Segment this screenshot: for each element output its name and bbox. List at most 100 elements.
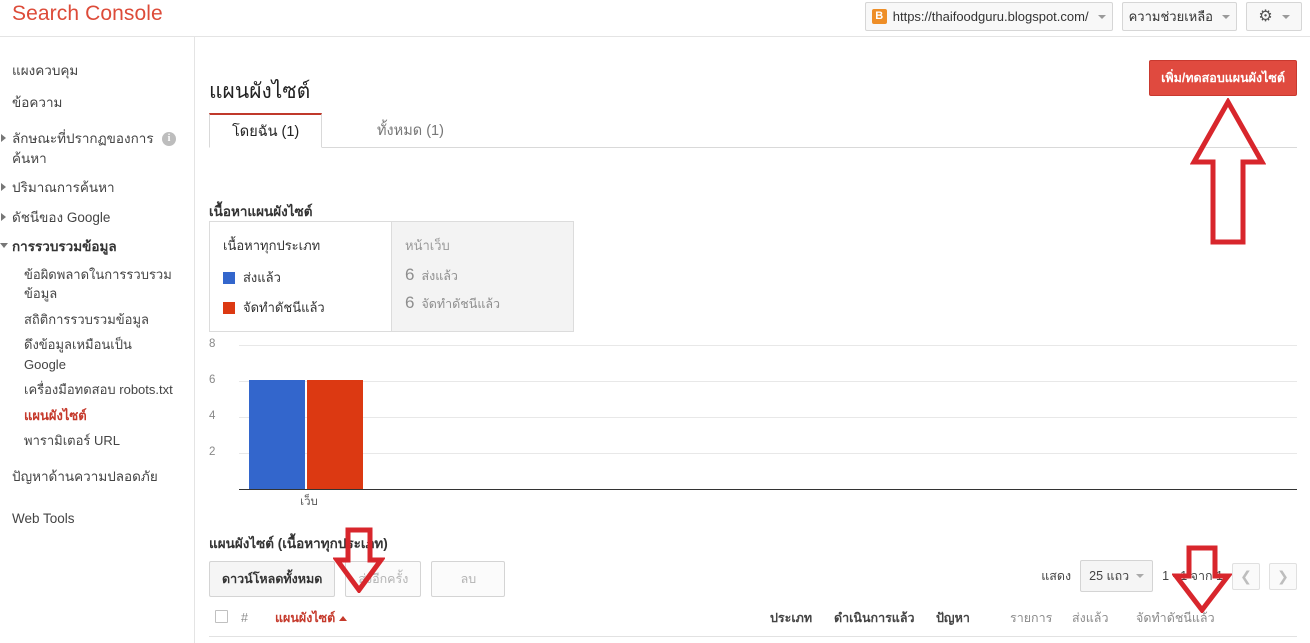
table-pager: แสดง 25 แถว 1 - 1 จาก 1 ❮ ❯ [1041, 560, 1297, 592]
sort-ascending-icon [339, 616, 348, 622]
gridline-8 [239, 345, 1297, 346]
sidebar-item-web-tools[interactable]: Web Tools [0, 506, 194, 531]
column-header-select-all [209, 600, 235, 637]
chevron-down-icon [1136, 574, 1145, 578]
y-tick-6: 6 [209, 374, 216, 386]
tab-bar: โดยฉัน (1) ทั้งหมด (1) [209, 113, 1297, 148]
sidebar-item-fetch-as-google[interactable]: ดึงข้อมูลเหมือนเป็น Google [0, 332, 194, 377]
chevron-down-icon [1097, 14, 1106, 19]
triangle-right-icon [1, 183, 6, 192]
table-header-row: # แผนผังไซต์ ประเภท ดำเนินการแล้ว ปัญหา … [209, 600, 1297, 637]
sidebar-item-messages[interactable]: ข้อความ [0, 86, 194, 118]
app-brand: Search Console [12, 2, 163, 25]
blogger-favicon-icon: B [871, 9, 887, 24]
sidebar-item-label: ปริมาณการค้นหา [12, 180, 115, 196]
main-content: แผนผังไซต์ เพิ่ม/ทดสอบแผนผังไซต์ โดยฉัน … [196, 37, 1310, 643]
stat-submitted: 6 ส่งแล้ว [405, 265, 573, 286]
top-bar-controls: B https://thaifoodguru.blogspot.com/ ควา… [864, 2, 1302, 31]
column-header-processed[interactable]: ดำเนินการแล้ว [828, 600, 930, 637]
sitemaps-table-label: แผนผังไซต์ (เนื้อหาทุกประเภท) [209, 536, 388, 551]
sidebar-item-crawl-errors[interactable]: ข้อผิดพลาดในการรวบรวมข้อมูล [0, 262, 194, 307]
legend-label: ส่งแล้ว [243, 270, 281, 285]
legend-item-indexed: จัดทำดัชนีแล้ว [223, 297, 391, 318]
tab-all[interactable]: ทั้งหมด (1) [355, 113, 466, 148]
rows-per-page-value: 25 แถว [1089, 569, 1130, 583]
sidebar-item-url-parameters[interactable]: พารามิเตอร์ URL [0, 428, 194, 454]
row-indexed: 6 [1130, 636, 1297, 643]
resubmit-button[interactable]: ส่งอีกครั้ง [345, 561, 422, 597]
sidebar-item-label: การรวบรวมข้อมูล [12, 239, 117, 255]
triangle-right-icon [1, 134, 6, 142]
sidebar-item-google-index[interactable]: ดัชนีของ Google [0, 203, 194, 233]
stat-value: 6 [405, 293, 415, 312]
sidebar-item-crawl[interactable]: การรวบรวมข้อมูล [0, 232, 194, 262]
help-label: ความช่วยเหลือ [1128, 9, 1213, 24]
table-row: 1 /sitemap.xml แผนผังไซต์ 8 ธ.ค. 2017 - … [209, 636, 1297, 643]
chevron-down-icon [1222, 14, 1230, 19]
select-all-checkbox[interactable] [215, 610, 228, 623]
sidebar-item-label: ลักษณะที่ปรากฏของการค้นหา [12, 131, 154, 166]
add-test-sitemap-button[interactable]: เพิ่ม/ทดสอบแผนผังไซต์ [1149, 60, 1297, 96]
sidebar-item-label: ดัชนีของ Google [12, 209, 111, 225]
help-button[interactable]: ความช่วยเหลือ [1121, 2, 1237, 31]
x-axis-line [239, 489, 1297, 490]
row-items: เว็บ [1004, 636, 1066, 643]
sidebar-item-dashboard[interactable]: แผงควบคุม [0, 54, 194, 86]
gridline-6 [239, 381, 1297, 382]
row-processed: 8 ธ.ค. 2017 [828, 636, 930, 643]
sitemaps-table: # แผนผังไซต์ ประเภท ดำเนินการแล้ว ปัญหา … [209, 600, 1297, 643]
info-icon[interactable]: i [162, 132, 176, 146]
stat-label: จัดทำดัชนีแล้ว [421, 297, 501, 311]
download-all-button[interactable]: ดาวน์โหลดทั้งหมด [209, 561, 336, 597]
prev-page-button[interactable]: ❮ [1232, 562, 1260, 590]
sidebar-item-crawl-stats[interactable]: สถิติการรวบรวมข้อมูล [0, 307, 194, 333]
triangle-down-icon [0, 243, 8, 252]
gear-icon: ⚙ [1258, 7, 1273, 25]
sitemap-content-label: เนื้อหาแผนผังไซต์ [209, 204, 313, 219]
stat-value: 6 [405, 265, 415, 284]
sidebar-item-robots-tester[interactable]: เครื่องมือทดสอบ robots.txt [0, 377, 194, 403]
row-type: แผนผังไซต์ [764, 636, 828, 643]
site-selector[interactable]: B https://thaifoodguru.blogspot.com/ [864, 2, 1113, 31]
column-header-issues[interactable]: ปัญหา [930, 600, 1004, 637]
y-tick-2: 2 [209, 446, 216, 458]
top-bar: Search Console B https://thaifoodguru.bl… [0, 0, 1310, 37]
summary-legend-panel: เนื้อหาทุกประเภท ส่งแล้ว จัดทำดัชนีแล้ว [210, 222, 391, 331]
summary-stats-panel: หน้าเว็บ 6 ส่งแล้ว 6 จัดทำดัชนีแล้ว [391, 222, 573, 331]
column-header-indexed[interactable]: จัดทำดัชนีแล้ว [1130, 600, 1297, 637]
settings-button[interactable]: ⚙ [1246, 2, 1302, 31]
sidebar-item-security-issues[interactable]: ปัญหาด้านความปลอดภัย [0, 460, 194, 492]
page-range-label: 1 - 1 จาก 1 [1162, 569, 1223, 583]
rows-per-page-select[interactable]: 25 แถว [1080, 560, 1154, 592]
row-submitted: 6 [1066, 636, 1130, 643]
column-header-items[interactable]: รายการ [1004, 600, 1066, 637]
row-sitemap-cell: /sitemap.xml [269, 636, 764, 643]
column-header-index[interactable]: # [235, 600, 269, 637]
web-pages-label: หน้าเว็บ [405, 238, 450, 253]
x-axis-category-label: เว็บ [300, 496, 318, 508]
all-content-types-label: เนื้อหาทุกประเภท [223, 238, 321, 253]
column-header-submitted[interactable]: ส่งแล้ว [1066, 600, 1130, 637]
row-index: 1 [235, 636, 269, 643]
delete-button[interactable]: ลบ [431, 561, 506, 597]
column-header-label: แผนผังไซต์ [275, 611, 336, 625]
row-checkbox-cell [209, 636, 235, 643]
tab-by-me[interactable]: โดยฉัน (1) [209, 113, 323, 148]
gridline-4 [239, 417, 1297, 418]
show-label: แสดง [1041, 569, 1072, 583]
column-header-sitemap[interactable]: แผนผังไซต์ [269, 600, 764, 637]
row-issues: - [930, 636, 1004, 643]
legend-item-submitted: ส่งแล้ว [223, 267, 391, 288]
table-toolbar: ดาวน์โหลดทั้งหมด ส่งอีกครั้ง ลบ [209, 561, 506, 597]
sidebar-item-search-traffic[interactable]: ปริมาณการค้นหา [0, 173, 194, 203]
search-console-page: Search Console B https://thaifoodguru.bl… [0, 0, 1310, 643]
sidebar: แผงควบคุม ข้อความ ลักษณะที่ปรากฏของการค้… [0, 37, 195, 643]
gridline-2 [239, 453, 1297, 454]
next-page-button[interactable]: ❯ [1269, 562, 1297, 590]
sidebar-item-search-appearance[interactable]: ลักษณะที่ปรากฏของการค้นหา i [0, 124, 194, 173]
column-header-type[interactable]: ประเภท [764, 600, 828, 637]
sidebar-item-sitemaps[interactable]: แผนผังไซต์ [0, 403, 194, 429]
chevron-down-icon [1281, 14, 1290, 19]
chart-plot-area [239, 345, 1297, 490]
y-tick-4: 4 [209, 410, 216, 422]
